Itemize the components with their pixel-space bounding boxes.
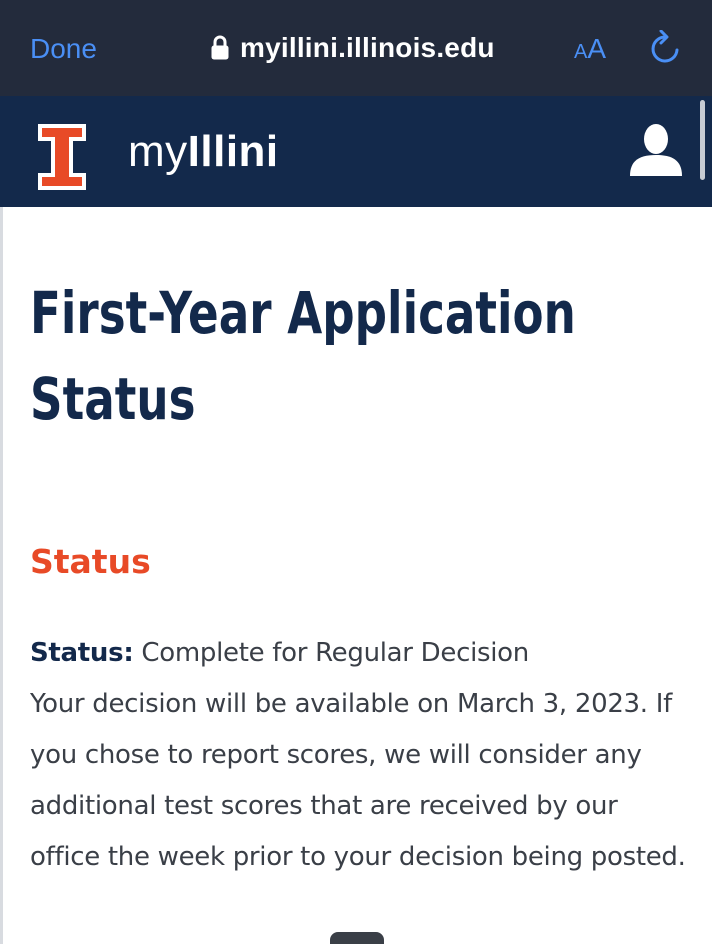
status-section-heading: Status	[30, 542, 151, 581]
block-i-logo[interactable]	[38, 124, 86, 190]
lock-icon	[211, 35, 229, 60]
scrollbar[interactable]	[700, 100, 705, 180]
brand-prefix: my	[128, 127, 188, 176]
text-size-button[interactable]: AA	[574, 30, 606, 71]
done-button[interactable]: Done	[30, 30, 97, 68]
status-message: Your decision will be available on March…	[30, 689, 686, 872]
url-text: myillini.illinois.edu	[240, 32, 495, 63]
text-size-large-glyph: A	[587, 33, 607, 64]
user-profile-icon[interactable]	[628, 122, 684, 176]
scroll-indicator	[330, 932, 384, 944]
page-title: First-Year Application Status	[30, 279, 576, 433]
browser-toolbar: Done myillini.illinois.edu AA	[0, 0, 712, 96]
text-size-small-glyph: A	[574, 41, 588, 63]
refresh-icon[interactable]	[648, 30, 682, 66]
status-details: Status: Complete for Regular Decision Yo…	[30, 628, 690, 883]
status-value: Complete for Regular Decision	[141, 638, 529, 668]
site-header	[0, 96, 712, 207]
address-bar[interactable]: myillini.illinois.edu	[210, 28, 495, 68]
brand-suffix: Illini	[187, 127, 279, 176]
site-brand[interactable]: myIllini	[128, 126, 279, 178]
status-label: Status:	[30, 638, 134, 668]
